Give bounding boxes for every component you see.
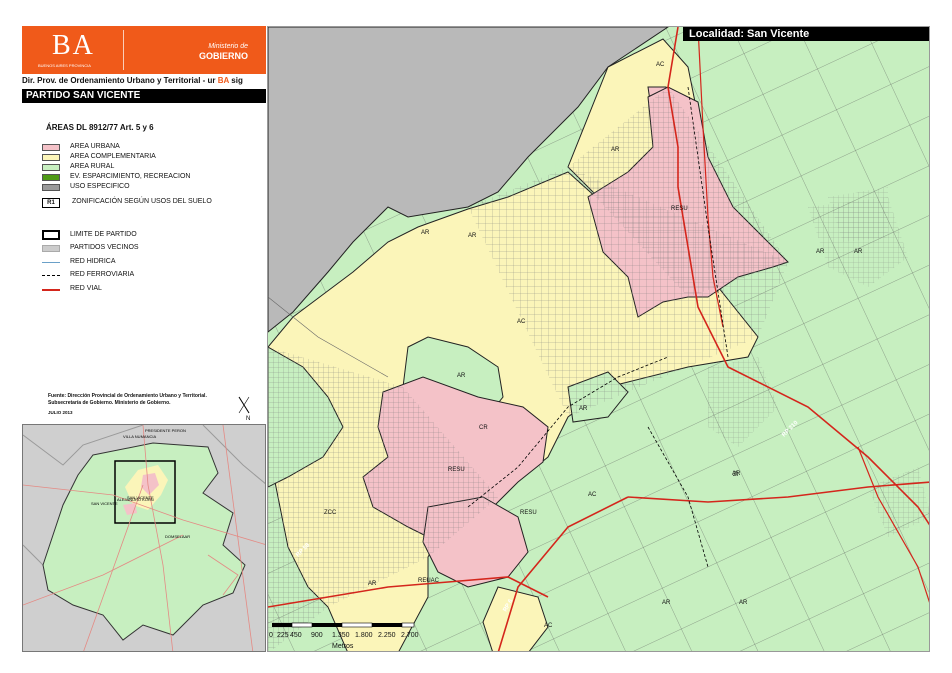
zone-label: REUAC — [418, 578, 440, 584]
locator-label: SAN VICENTE — [91, 501, 118, 506]
complementary-swatch — [42, 154, 60, 161]
logo-subtext: BUENOS AIRES PROVINCIA — [38, 63, 91, 68]
specific-use-swatch — [42, 184, 60, 191]
rural-swatch — [42, 164, 60, 171]
zone-label: RESU — [520, 510, 537, 516]
road-line-swatch — [42, 289, 60, 291]
zone-label: CR — [479, 425, 488, 431]
scale-tick: 1.350 — [332, 632, 350, 639]
zone-label: AR — [468, 233, 477, 239]
zone-label: AC — [588, 492, 597, 498]
zone-label: AR — [816, 249, 825, 255]
legend-label: USO ESPECIFICO — [70, 183, 130, 190]
legend-label: AREA RURAL — [70, 163, 115, 170]
legend-label: ZONIFICACIÓN SEGÚN USOS DEL SUELO — [72, 198, 212, 205]
scale-tick: 450 — [290, 632, 302, 639]
north-arrow-icon: N — [238, 396, 250, 421]
scale-tick: 1.800 — [355, 632, 373, 639]
legend-label: AREA COMPLEMENTARIA — [70, 153, 156, 160]
partido-title: PARTIDO SAN VICENTE — [22, 89, 266, 103]
scale-tick: 2.250 — [378, 632, 396, 639]
zone-label: RESU — [671, 206, 688, 212]
scale-tick: 2.700 — [401, 632, 419, 639]
locator-label: SAN VICENTE — [127, 495, 154, 500]
date-label: JULIO 2013 — [48, 410, 73, 415]
zone-label: AR — [579, 406, 588, 412]
zone-label: RESU — [448, 467, 465, 473]
water-line-swatch — [42, 262, 60, 263]
zone-label: AC — [517, 319, 526, 325]
scale-tick: 0 — [269, 632, 273, 639]
zone-label: AR — [368, 581, 377, 587]
zone-label: ZCC — [324, 510, 337, 516]
zone-label: AR — [662, 600, 671, 606]
logo-text: BA — [52, 30, 95, 61]
zone-label: AR — [739, 600, 748, 606]
directorate-line: Dir. Prov. de Ordenamiento Urbano y Terr… — [22, 76, 266, 85]
locator-label: VILLA NUMANCIA — [123, 434, 156, 439]
limit-swatch — [42, 230, 60, 240]
neighbors-swatch — [42, 245, 60, 252]
zone-label: AC — [656, 62, 665, 68]
source-note: Fuente: Dirección Provincial de Ordenami… — [48, 393, 207, 407]
legend-label: RED FERROVIARIA — [70, 271, 135, 278]
zone-label: AR — [457, 373, 466, 379]
locality-label: Localidad: San Vicente — [683, 27, 929, 41]
locator-map: PRESIDENTE PERON VILLA NUMANCIA SAN VICE… — [22, 424, 266, 652]
zone-label: AC — [544, 623, 553, 629]
legend-label: EV. ESPARCIMIENTO, RECREACION — [70, 173, 191, 180]
main-map-svg: AC AR RESU AR AR AR AR AC AR AR CR AR RE… — [268, 27, 929, 651]
north-label: N — [246, 416, 250, 421]
scale-tick: 225 — [277, 632, 289, 639]
rail-line-swatch — [42, 275, 60, 276]
legend-label: LIMITE DE PARTIDO — [70, 231, 137, 238]
logo-divider — [123, 30, 124, 70]
ba-logo: BA BUENOS AIRES PROVINCIA Ministerio de … — [22, 26, 266, 74]
locator-label: PRESIDENTE PERON — [145, 428, 186, 433]
legend-label: RED VIAL — [70, 285, 102, 292]
zone-label: AR — [421, 230, 430, 236]
locator-label: DOMSELAAR — [165, 534, 190, 539]
legend-label: RED HIDRICA — [70, 258, 116, 265]
legend-label: PARTIDOS VECINOS — [70, 244, 139, 251]
zone-label: AR — [854, 249, 863, 255]
scale-tick: 900 — [311, 632, 323, 639]
directorate-suffix: sig — [231, 76, 243, 85]
zoning-code-box: R1 — [42, 198, 60, 208]
locator-map-svg: PRESIDENTE PERON VILLA NUMANCIA SAN VICE… — [23, 425, 265, 651]
zone-label: AR — [611, 147, 620, 153]
recreation-swatch — [42, 174, 60, 181]
urban-swatch — [42, 144, 60, 151]
ministry-name: GOBIERNO — [198, 51, 248, 61]
legend-label: AREA URBANA — [70, 143, 120, 150]
source-line-1: Fuente: Dirección Provincial de Ordenami… — [48, 393, 207, 399]
source-line-2: Subsecretaría de Gobierno. Ministerio de… — [48, 400, 171, 406]
legend-panel: BA BUENOS AIRES PROVINCIA Ministerio de … — [22, 26, 266, 652]
directorate-highlight: BA — [217, 76, 230, 85]
directorate-text: Dir. Prov. de Ordenamiento Urbano y Terr… — [22, 76, 216, 85]
main-map: AC AR RESU AR AR AR AR AC AR AR CR AR RE… — [267, 26, 930, 652]
scale-unit: Metros — [332, 643, 354, 650]
ministry-label: Ministerio de — [208, 43, 248, 50]
zone-label: ZI — [733, 472, 739, 478]
areas-title: ÁREAS DL 8912/77 Art. 5 y 6 — [46, 123, 154, 132]
